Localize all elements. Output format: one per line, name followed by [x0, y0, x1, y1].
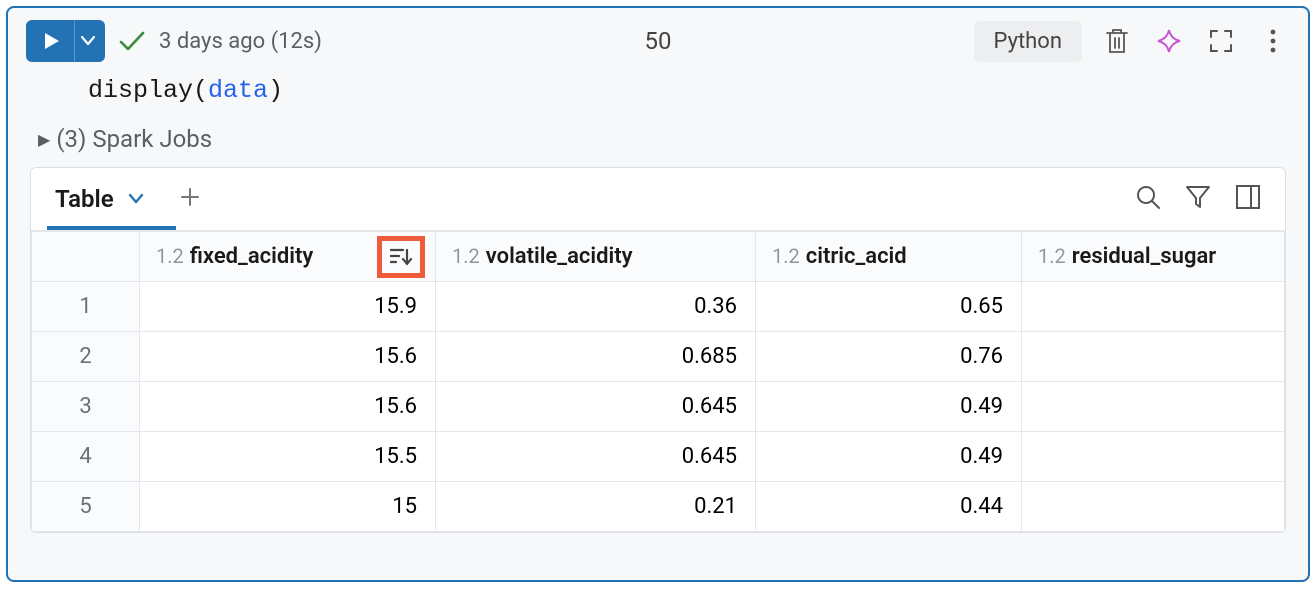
- chevron-down-icon[interactable]: [128, 190, 144, 209]
- toolbar-right: Python: [974, 21, 1290, 62]
- code-paren-open: (: [193, 76, 208, 105]
- row-index: 1: [32, 282, 140, 332]
- cell-number: 50: [645, 27, 672, 55]
- cell-citric: 0.49: [756, 432, 1022, 482]
- sparkle-icon[interactable]: [1152, 24, 1186, 58]
- row-index-header[interactable]: [32, 232, 140, 282]
- cell-volatile: 0.21: [436, 482, 756, 532]
- row-index: 4: [32, 432, 140, 482]
- chevron-down-icon: [81, 36, 95, 46]
- run-button[interactable]: [26, 20, 105, 62]
- code-var: data: [208, 76, 268, 105]
- table-header-row: 1.2fixed_acidity 1.2volatile_acidity 1.2…: [32, 232, 1285, 282]
- table-row[interactable]: 5 15 0.21 0.44: [32, 482, 1285, 532]
- code-paren-close: ): [268, 76, 283, 105]
- cell-fixed: 15.6: [140, 382, 436, 432]
- expand-icon[interactable]: [1204, 24, 1238, 58]
- cell-fixed: 15.5: [140, 432, 436, 482]
- col-type: 1.2: [772, 244, 800, 268]
- caret-right-icon: ▶: [38, 130, 50, 149]
- column-header-volatile-acidity[interactable]: 1.2volatile_acidity: [436, 232, 756, 282]
- row-index: 2: [32, 332, 140, 382]
- panel-icon[interactable]: [1235, 184, 1261, 214]
- tab-table[interactable]: Table: [55, 185, 144, 229]
- cell-fixed: 15.9: [140, 282, 436, 332]
- status-text: 3 days ago (12s): [159, 29, 322, 54]
- cell-residual: [1022, 332, 1285, 382]
- output-tabs: Table: [31, 168, 1285, 231]
- cell-volatile: 0.645: [436, 432, 756, 482]
- cell-volatile: 0.36: [436, 282, 756, 332]
- sort-desc-icon[interactable]: [377, 236, 425, 278]
- add-tab-button[interactable]: [180, 184, 200, 230]
- column-header-fixed-acidity[interactable]: 1.2fixed_acidity: [140, 232, 436, 282]
- filter-icon[interactable]: [1185, 184, 1211, 214]
- table-row[interactable]: 3 15.6 0.645 0.49: [32, 382, 1285, 432]
- cell-volatile: 0.685: [436, 332, 756, 382]
- col-name: residual_sugar: [1072, 244, 1216, 269]
- table-row[interactable]: 1 15.9 0.36 0.65: [32, 282, 1285, 332]
- kebab-menu-icon[interactable]: [1256, 24, 1290, 58]
- cell-toolbar: 3 days ago (12s) 50 Python: [8, 8, 1308, 74]
- cell-volatile: 0.645: [436, 382, 756, 432]
- col-type: 1.2: [452, 244, 480, 268]
- table-row[interactable]: 2 15.6 0.685 0.76: [32, 332, 1285, 382]
- tab-label: Table: [55, 185, 114, 213]
- code-line[interactable]: display(data): [8, 74, 1308, 119]
- output-panel: Table: [30, 167, 1286, 533]
- cell-citric: 0.49: [756, 382, 1022, 432]
- code-func: display: [88, 76, 193, 105]
- cell-fixed: 15: [140, 482, 436, 532]
- run-dropdown[interactable]: [74, 20, 105, 62]
- cell-residual: [1022, 282, 1285, 332]
- cell-citric: 0.76: [756, 332, 1022, 382]
- col-name: fixed_acidity: [190, 244, 314, 269]
- check-icon: [119, 30, 145, 52]
- col-name: volatile_acidity: [486, 244, 633, 269]
- language-pill[interactable]: Python: [974, 21, 1082, 62]
- output-tools: [1135, 184, 1261, 230]
- notebook-cell: 3 days ago (12s) 50 Python display(data)…: [6, 6, 1310, 582]
- table-body: 1 15.9 0.36 0.65 2 15.6 0.685 0.76 3 15.…: [32, 282, 1285, 532]
- column-header-residual-sugar[interactable]: 1.2residual_sugar: [1022, 232, 1285, 282]
- col-type: 1.2: [156, 244, 184, 268]
- column-header-citric-acid[interactable]: 1.2citric_acid: [756, 232, 1022, 282]
- row-index: 3: [32, 382, 140, 432]
- col-name: citric_acid: [806, 244, 907, 269]
- spark-jobs-toggle[interactable]: ▶ (3) Spark Jobs: [8, 119, 1308, 167]
- play-icon: [44, 32, 60, 50]
- row-index: 5: [32, 482, 140, 532]
- cell-fixed: 15.6: [140, 332, 436, 382]
- col-type: 1.2: [1038, 244, 1066, 268]
- trash-icon[interactable]: [1100, 24, 1134, 58]
- data-table: 1.2fixed_acidity 1.2volatile_acidity 1.2…: [31, 231, 1285, 532]
- spark-jobs-label: (3) Spark Jobs: [56, 125, 212, 153]
- cell-residual: [1022, 432, 1285, 482]
- search-icon[interactable]: [1135, 184, 1161, 214]
- cell-citric: 0.65: [756, 282, 1022, 332]
- cell-citric: 0.44: [756, 482, 1022, 532]
- cell-residual: [1022, 482, 1285, 532]
- table-row[interactable]: 4 15.5 0.645 0.49: [32, 432, 1285, 482]
- run-main[interactable]: [26, 32, 74, 50]
- cell-residual: [1022, 382, 1285, 432]
